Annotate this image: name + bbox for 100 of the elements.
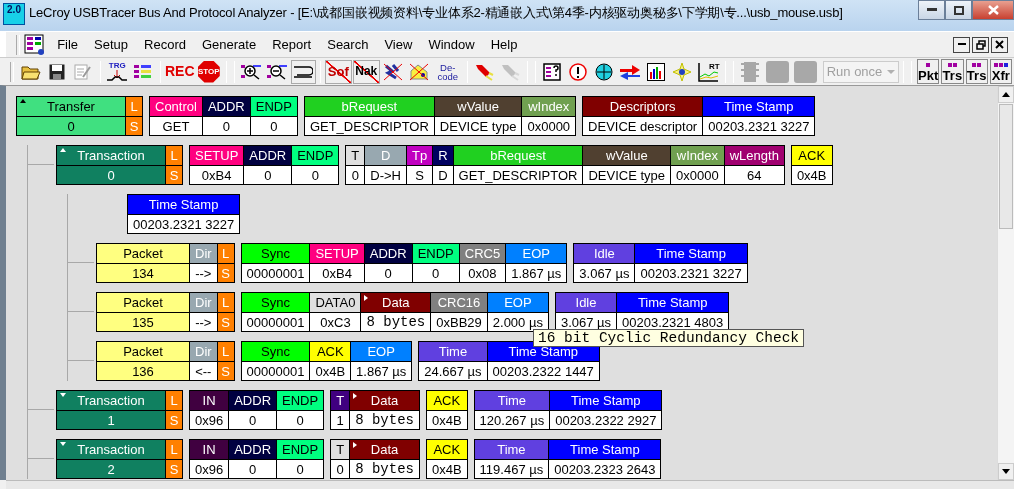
field-label: CRC16 bbox=[431, 293, 487, 312]
record-number: 1 bbox=[57, 410, 165, 429]
menu-item[interactable]: View bbox=[376, 34, 421, 55]
trigger-icon[interactable]: TRG bbox=[104, 59, 130, 84]
line-chart-icon bbox=[697, 61, 720, 82]
field-value: 1.867 µs bbox=[351, 361, 412, 380]
record-type-label[interactable]: Transaction bbox=[57, 440, 165, 459]
maximize-icon bbox=[953, 5, 964, 15]
field-label: wIndex bbox=[671, 146, 724, 165]
field-label: Idle bbox=[555, 293, 617, 312]
field-label: wValue bbox=[434, 97, 522, 116]
field-label: Time bbox=[474, 391, 550, 410]
field-label: Sync bbox=[241, 342, 310, 361]
horizontal-scrollbar[interactable] bbox=[6, 480, 1014, 489]
caret-up-icon[interactable] bbox=[20, 99, 26, 103]
field-value: 3.067 µs bbox=[574, 263, 635, 282]
field-value: 1.867 µs bbox=[506, 263, 567, 282]
caret-right-icon[interactable] bbox=[353, 393, 358, 399]
view-button[interactable]: Trs bbox=[965, 59, 988, 84]
flag-value: S bbox=[166, 410, 182, 429]
record-button[interactable]: REC bbox=[164, 59, 195, 84]
field-label: ADDR bbox=[364, 244, 412, 263]
menu-item[interactable]: Help bbox=[482, 34, 526, 55]
record-type-label[interactable]: Transfer bbox=[17, 97, 125, 116]
field-label: ENDP bbox=[250, 97, 297, 116]
stop-button[interactable]: STOP bbox=[197, 60, 220, 83]
flag-label: L bbox=[217, 342, 234, 361]
arrow-up-icon bbox=[1002, 92, 1010, 97]
maximize-button[interactable] bbox=[945, 0, 972, 20]
field-value: DEVICE descriptor bbox=[583, 116, 703, 135]
decode-button[interactable]: De-code bbox=[432, 59, 463, 84]
record-type-label[interactable]: Packet bbox=[97, 342, 189, 361]
record-type-label[interactable]: Transaction bbox=[57, 146, 165, 165]
field-label: CRC5 bbox=[459, 244, 506, 263]
scrollbar-thumb[interactable] bbox=[999, 104, 1013, 229]
field-label: ENDP bbox=[277, 391, 324, 410]
restore-button[interactable] bbox=[972, 36, 989, 53]
caret-down-icon[interactable] bbox=[60, 442, 66, 446]
field-label: Data bbox=[361, 293, 431, 312]
field-label: Time bbox=[474, 440, 549, 459]
field-label: Data bbox=[350, 391, 419, 410]
menu-item[interactable]: Search bbox=[319, 34, 377, 55]
field-value: 2.000 µs bbox=[487, 312, 548, 331]
scroll-down-button[interactable] bbox=[998, 463, 1014, 480]
field-value: 24.667 µs bbox=[419, 361, 487, 380]
restore-icon bbox=[975, 39, 986, 50]
document-icon[interactable] bbox=[24, 33, 46, 56]
minimize-button[interactable] bbox=[918, 0, 945, 20]
caret-right-icon[interactable] bbox=[353, 442, 358, 448]
minimize-icon bbox=[957, 43, 966, 46]
flag-value: S bbox=[217, 312, 234, 331]
view-button[interactable]: Xfr bbox=[989, 59, 1012, 84]
signal-icon bbox=[106, 69, 129, 82]
field-label: ADDR bbox=[202, 97, 250, 116]
close-icon bbox=[987, 5, 999, 15]
menu-item[interactable]: Setup bbox=[86, 34, 137, 55]
caret-down-icon[interactable] bbox=[60, 393, 66, 397]
field-label: ADDR bbox=[229, 440, 277, 459]
flag-value: S bbox=[126, 116, 142, 135]
view-button[interactable]: Trs bbox=[941, 59, 964, 84]
menu-item[interactable]: Window bbox=[420, 34, 483, 55]
field-label: ADDR bbox=[244, 146, 292, 165]
field-label: D bbox=[365, 146, 406, 165]
record-type-label[interactable]: Transaction bbox=[57, 391, 165, 410]
caret-right-icon[interactable] bbox=[364, 295, 369, 301]
scroll-up-button[interactable] bbox=[998, 86, 1014, 103]
menu-item[interactable]: File bbox=[49, 34, 87, 55]
field-label: ACK bbox=[791, 146, 832, 165]
wrap-icon[interactable] bbox=[290, 59, 316, 84]
field-label: bRequest bbox=[304, 97, 434, 116]
field-label: DATA0 bbox=[310, 293, 361, 312]
field-label: Descriptors bbox=[583, 97, 703, 116]
field-label: Control bbox=[150, 97, 202, 116]
field-label: wIndex bbox=[522, 97, 576, 116]
field-label: IN bbox=[190, 440, 229, 459]
close-button[interactable] bbox=[991, 36, 1008, 53]
menu-item[interactable]: Record bbox=[136, 34, 194, 55]
minimize-button[interactable] bbox=[953, 36, 970, 53]
flag-value: S bbox=[166, 459, 182, 478]
minimize-icon bbox=[926, 8, 937, 12]
menu-item[interactable]: Generate bbox=[194, 34, 265, 55]
record-number: 134 bbox=[97, 263, 189, 282]
field-label: Sync bbox=[241, 293, 310, 312]
field-value: DEVICE type bbox=[583, 165, 671, 184]
record-type-label[interactable]: Packet bbox=[97, 244, 189, 263]
flag-value: S bbox=[166, 165, 182, 184]
field-label: Idle bbox=[574, 244, 635, 263]
menu-item[interactable]: Report bbox=[264, 34, 320, 55]
field-label: ACK bbox=[426, 391, 467, 410]
realtime-chart-icon[interactable]: RT bbox=[695, 59, 721, 84]
field-label: wValue bbox=[583, 146, 671, 165]
view-button[interactable]: Pkt bbox=[917, 59, 940, 84]
field-value: 8 bytes bbox=[350, 410, 419, 429]
flag-label: L bbox=[166, 391, 182, 410]
field-label: Time Stamp bbox=[549, 440, 661, 459]
field-label: wLength bbox=[724, 146, 784, 165]
field-label: ACK bbox=[426, 440, 467, 459]
field-label: Time Stamp bbox=[128, 195, 240, 214]
window-title: LeCroy USBTracer Bus And Protocol Analyzer - [E:\成都国嵌视频资料\专业体系2-精通嵌入式\第4季-内核驱动奥秘多\下学期\专...\usb_mouse.usb] bbox=[29, 4, 844, 22]
record-type-label[interactable]: Packet bbox=[97, 293, 189, 312]
